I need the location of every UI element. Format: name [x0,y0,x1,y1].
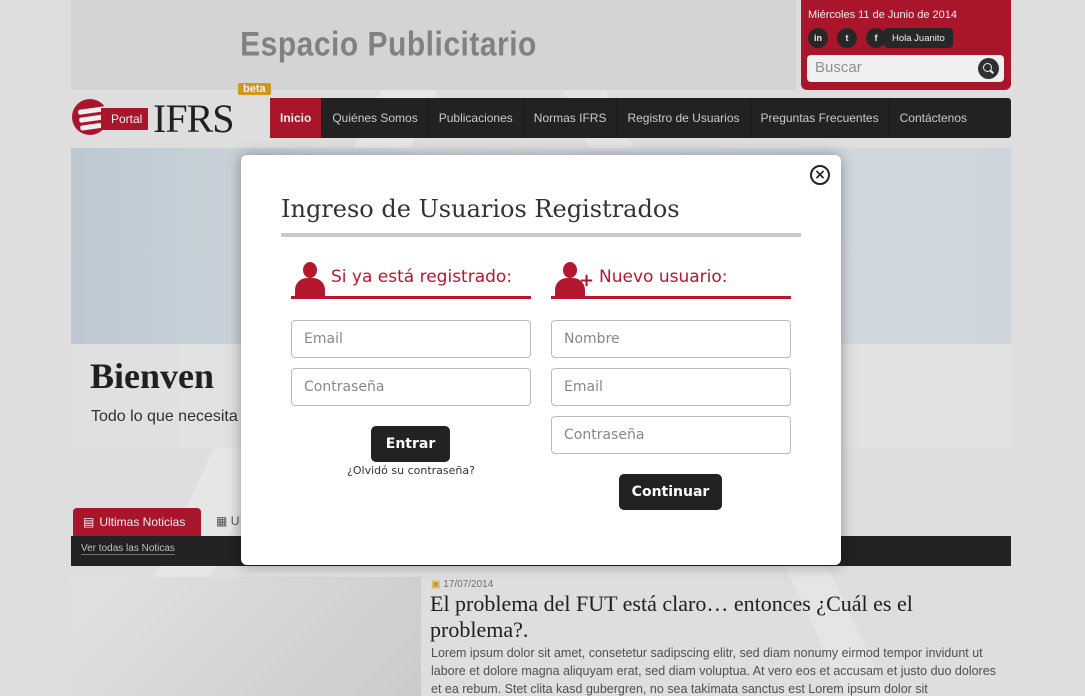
login-submit-button[interactable]: Entrar [371,426,450,462]
register-email-field[interactable] [551,368,791,406]
forgot-password-link[interactable]: ¿Olvidó su contraseña? [291,464,531,477]
modal-title: Ingreso de Usuarios Registrados [281,195,680,223]
login-modal: × Ingreso de Usuarios Registrados Si ya … [241,155,841,565]
register-password-field[interactable] [551,416,791,454]
register-heading-text: Nuevo usuario: [599,267,728,287]
register-name-field[interactable] [551,320,791,358]
register-submit-button[interactable]: Continuar [619,474,722,510]
login-heading: Si ya está registrado: [291,259,531,299]
register-heading: + Nuevo usuario: [551,259,791,299]
login-password-field[interactable] [291,368,531,406]
close-icon[interactable]: × [810,165,830,185]
login-heading-text: Si ya está registrado: [331,267,513,287]
login-email-field[interactable] [291,320,531,358]
add-user-icon: + [553,262,594,298]
modal-divider [281,233,801,237]
user-icon [293,262,325,298]
